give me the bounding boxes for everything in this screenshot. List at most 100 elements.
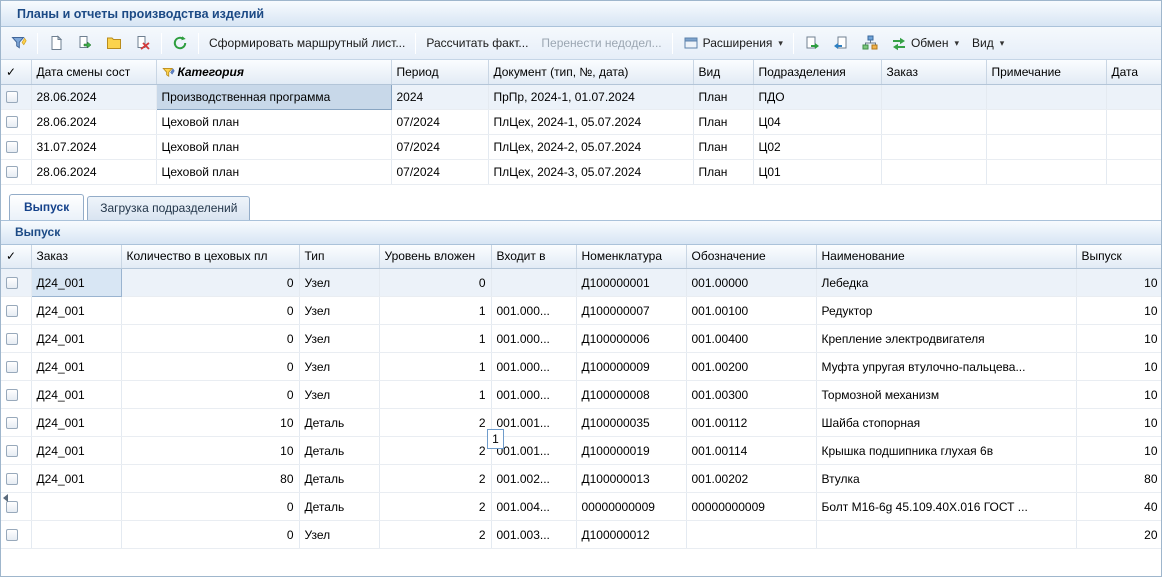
cell-division[interactable]: ПДО: [753, 84, 881, 109]
cell-vypusk[interactable]: 10: [1076, 409, 1162, 437]
cell-designation[interactable]: 001.00400: [686, 325, 816, 353]
cell-name[interactable]: Крепление электродвигателя: [816, 325, 1076, 353]
cell-parent[interactable]: 001.000...: [491, 297, 576, 325]
cell-nomenclature[interactable]: Д100000035: [576, 409, 686, 437]
cell-date[interactable]: [1106, 134, 1162, 159]
cell-date[interactable]: [1106, 109, 1162, 134]
cell-level[interactable]: 2: [379, 409, 491, 437]
table-row[interactable]: Д24_001 0 Узел 1 001.000... Д100000007 0…: [1, 297, 1162, 325]
cell-nomenclature[interactable]: Д100000008: [576, 381, 686, 409]
cell-parent[interactable]: 001.002...: [491, 465, 576, 493]
table-row[interactable]: Д24_001 0 Узел 1 001.000... Д100000006 0…: [1, 325, 1162, 353]
cell-name[interactable]: Лебедка: [816, 269, 1076, 297]
cell-document[interactable]: ПлЦех, 2024-3, 05.07.2024: [488, 159, 693, 184]
cell-vypusk[interactable]: 10: [1076, 353, 1162, 381]
cell-level[interactable]: 2: [379, 465, 491, 493]
column-header-check[interactable]: ✓: [1, 60, 31, 84]
cell-period[interactable]: 07/2024: [391, 159, 488, 184]
cell-state-date[interactable]: 28.06.2024: [31, 159, 156, 184]
cell-order[interactable]: [31, 521, 121, 549]
cell-designation[interactable]: [686, 521, 816, 549]
cell-parent[interactable]: 001.004...: [491, 493, 576, 521]
cell-order[interactable]: Д24_001: [31, 297, 121, 325]
cell-qty[interactable]: 10: [121, 437, 299, 465]
open-button[interactable]: [100, 31, 128, 56]
cell-name[interactable]: Крышка подшипника глухая 6в: [816, 437, 1076, 465]
cell-vypusk[interactable]: 10: [1076, 269, 1162, 297]
cell-order[interactable]: [881, 134, 986, 159]
cell-name[interactable]: Тормозной механизм: [816, 381, 1076, 409]
cell-designation[interactable]: 001.00300: [686, 381, 816, 409]
table-row[interactable]: 28.06.2024 Цеховой план 07/2024 ПлЦех, 2…: [1, 159, 1162, 184]
row-checkbox[interactable]: [6, 116, 18, 128]
cell-state-date[interactable]: 28.06.2024: [31, 84, 156, 109]
cell-parent[interactable]: 001.000...: [491, 381, 576, 409]
cell-qty[interactable]: 80: [121, 465, 299, 493]
column-header-vypusk[interactable]: Выпуск: [1076, 245, 1162, 269]
row-checkbox[interactable]: [6, 417, 18, 429]
cell-kind[interactable]: План: [693, 109, 753, 134]
row-checkbox[interactable]: [6, 333, 18, 345]
column-header-category[interactable]: Категория: [156, 60, 391, 84]
cell-name[interactable]: Муфта упругая втулочно-пальцева...: [816, 353, 1076, 381]
table-row[interactable]: Д24_001 10 Деталь 2 001.001... Д10000003…: [1, 409, 1162, 437]
table-row[interactable]: 31.07.2024 Цеховой план 07/2024 ПлЦех, 2…: [1, 134, 1162, 159]
cell-order[interactable]: [881, 84, 986, 109]
row-checkbox-cell[interactable]: [1, 109, 31, 134]
cell-designation[interactable]: 001.00112: [686, 409, 816, 437]
cell-name[interactable]: [816, 521, 1076, 549]
cell-order[interactable]: [881, 159, 986, 184]
column-header-nesting-level[interactable]: Уровень вложен: [379, 245, 491, 269]
export-button[interactable]: [798, 31, 826, 56]
cell-designation[interactable]: 001.00200: [686, 353, 816, 381]
table-row[interactable]: Д24_001 80 Деталь 2 001.002... Д10000001…: [1, 465, 1162, 493]
cell-order[interactable]: Д24_001: [31, 437, 121, 465]
cell-order[interactable]: [881, 109, 986, 134]
cell-parent[interactable]: 001.000...: [491, 325, 576, 353]
row-checkbox-cell[interactable]: [1, 84, 31, 109]
cell-order[interactable]: Д24_001: [31, 269, 121, 297]
row-checkbox-cell[interactable]: [1, 269, 31, 297]
cell-designation[interactable]: 001.00000: [686, 269, 816, 297]
cell-note[interactable]: [986, 109, 1106, 134]
cell-name[interactable]: Шайба стопорная: [816, 409, 1076, 437]
cell-vypusk[interactable]: 40: [1076, 493, 1162, 521]
cell-name[interactable]: Втулка: [816, 465, 1076, 493]
row-checkbox-cell[interactable]: [1, 297, 31, 325]
cell-nomenclature[interactable]: 00000000009: [576, 493, 686, 521]
cell-nomenclature[interactable]: Д100000012: [576, 521, 686, 549]
column-header-document[interactable]: Документ (тип, №, дата): [488, 60, 693, 84]
table-row[interactable]: Д24_001 0 Узел 0 Д100000001 001.00000 Ле…: [1, 269, 1162, 297]
cell-level[interactable]: 2: [379, 437, 491, 465]
column-header-parent[interactable]: Входит в: [491, 245, 576, 269]
cell-qty[interactable]: 0: [121, 269, 299, 297]
delete-document-button[interactable]: [129, 31, 157, 56]
filter-settings-button[interactable]: [5, 31, 33, 56]
column-header-qty-shop-plans[interactable]: Количество в цеховых пл: [121, 245, 299, 269]
column-header-period[interactable]: Период: [391, 60, 488, 84]
cell-note[interactable]: [986, 134, 1106, 159]
cell-qty[interactable]: 0: [121, 493, 299, 521]
import-button[interactable]: [827, 31, 855, 56]
cell-parent[interactable]: 001.003...: [491, 521, 576, 549]
cell-level[interactable]: 1: [379, 381, 491, 409]
table-row[interactable]: 0 Узел 2 001.003... Д100000012 20: [1, 521, 1162, 549]
column-header-state-date[interactable]: Дата смены сост: [31, 60, 156, 84]
row-checkbox-cell[interactable]: [1, 437, 31, 465]
cell-nomenclature[interactable]: Д100000009: [576, 353, 686, 381]
row-checkbox[interactable]: [6, 529, 18, 541]
cell-state-date[interactable]: 31.07.2024: [31, 134, 156, 159]
column-header-order[interactable]: Заказ: [31, 245, 121, 269]
cell-document[interactable]: ПлЦех, 2024-2, 05.07.2024: [488, 134, 693, 159]
table-row[interactable]: Д24_001 0 Узел 1 001.000... Д100000008 0…: [1, 381, 1162, 409]
cell-category[interactable]: Цеховой план: [156, 109, 391, 134]
cell-kind[interactable]: План: [693, 84, 753, 109]
cell-period[interactable]: 07/2024: [391, 134, 488, 159]
cell-kind[interactable]: План: [693, 159, 753, 184]
row-checkbox-cell[interactable]: [1, 325, 31, 353]
row-checkbox[interactable]: [6, 389, 18, 401]
cell-type[interactable]: Узел: [299, 297, 379, 325]
cell-state-date[interactable]: 28.06.2024: [31, 109, 156, 134]
cell-designation[interactable]: 001.00114: [686, 437, 816, 465]
view-button[interactable]: Вид ▾: [966, 31, 1010, 56]
